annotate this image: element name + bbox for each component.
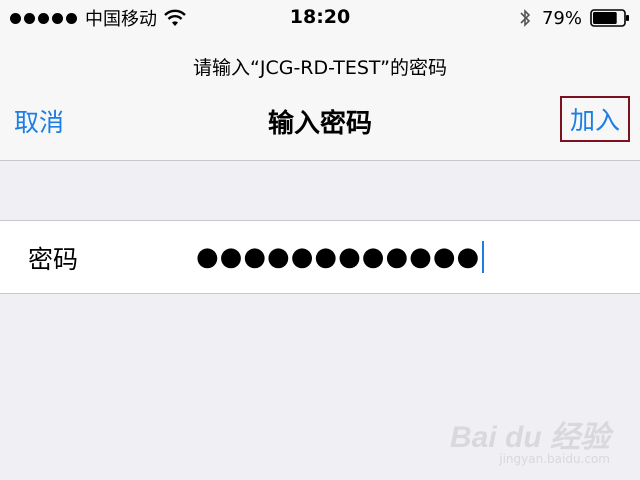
page-title: 输入密码 — [267, 109, 372, 139]
password-row: 密码 ●●●●●●●●●●●● — [0, 220, 640, 294]
network-prompt: 请输入“JCG-RD-TEST”的密码 — [193, 57, 447, 79]
battery-icon — [590, 9, 629, 27]
watermark: Bai du 经验 jingyan.baidu.com — [450, 412, 610, 466]
status-bar: 中国移动 18:20 79% — [0, 0, 640, 36]
cancel-button[interactable]: 取消 — [14, 103, 64, 139]
password-label: 密码 — [28, 245, 79, 274]
battery-percent: 79% — [541, 7, 582, 29]
join-button[interactable]: 加入 — [560, 96, 630, 142]
bluetooth-icon — [520, 9, 531, 27]
text-caret — [482, 241, 485, 273]
password-field[interactable]: ●●●●●●●●●●●● — [196, 233, 616, 281]
watermark-logo: Bai du 经验 — [449, 421, 610, 454]
password-value: ●●●●●●●●●●●● — [196, 242, 481, 272]
navigation-bar: 请输入“JCG-RD-TEST”的密码 取消 输入密码 加入 — [0, 36, 640, 161]
status-right: 79% — [518, 6, 630, 30]
